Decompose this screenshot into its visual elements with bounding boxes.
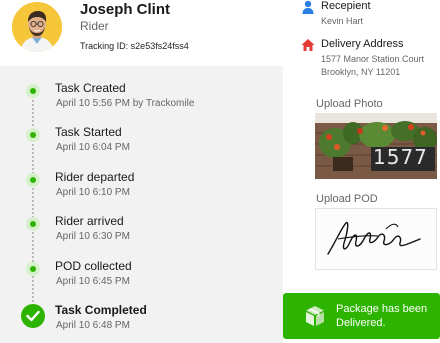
step-title: Task Created — [55, 81, 126, 95]
timeline-step-task-created: Task Created April 10 5:56 PM by Trackom… — [0, 81, 283, 121]
step-title: POD collected — [55, 259, 132, 273]
step-title: Task Completed — [55, 303, 147, 317]
rider-avatar — [12, 2, 62, 52]
rider-role: Rider — [80, 19, 109, 33]
step-dot-icon — [26, 128, 40, 142]
delivered-status-text: Package has been Delivered. — [336, 303, 428, 329]
step-dot-icon — [26, 262, 40, 276]
step-title: Rider arrived — [55, 214, 124, 228]
upload-photo-label: Upload Photo — [316, 98, 383, 110]
house-number: 1577 — [373, 145, 428, 169]
step-dot-icon — [26, 217, 40, 231]
home-icon — [301, 38, 315, 52]
timeline-step-rider-departed: Rider departed April 10 6:10 PM — [0, 170, 283, 210]
delivery-details-panel: Recepient Kevin Hart Delivery Address 15… — [283, 0, 440, 343]
timeline-step-pod-collected: POD collected April 10 6:45 PM — [0, 259, 283, 299]
delivery-photo[interactable]: 1577 — [315, 113, 437, 179]
step-dot-icon — [26, 173, 40, 187]
task-timeline-panel: Joseph Clint Rider Tracking ID: s2e53fs2… — [0, 0, 283, 343]
package-icon — [303, 304, 327, 328]
timeline-step-rider-arrived: Rider arrived April 10 6:30 PM — [0, 214, 283, 254]
step-time: April 10 6:10 PM — [56, 187, 130, 198]
timeline-step-task-completed: Task Completed April 10 6:48 PM — [0, 303, 283, 343]
recipient-name: Kevin Hart — [321, 16, 364, 26]
delivered-status-banner: Package has been Delivered. — [283, 293, 440, 339]
recipient-label: Recepient — [321, 0, 371, 12]
timeline-step-task-started: Task Started April 10 6:04 PM — [0, 125, 283, 165]
person-icon — [301, 0, 315, 14]
step-dot-icon — [26, 84, 40, 98]
check-circle-icon — [21, 304, 45, 328]
step-time: April 10 6:04 PM — [56, 142, 130, 153]
step-time: April 10 6:48 PM — [56, 320, 130, 331]
step-time: April 10 6:30 PM — [56, 231, 130, 242]
step-title: Task Started — [55, 125, 122, 139]
signature-image — [327, 221, 421, 255]
tracking-id: Tracking ID: s2e53fs24fss4 — [80, 41, 189, 51]
step-title: Rider departed — [55, 170, 135, 184]
upload-pod-label: Upload POD — [316, 193, 378, 205]
step-time: April 10 6:45 PM — [56, 276, 130, 287]
rider-name: Joseph Clint — [80, 1, 171, 18]
delivery-address-label: Delivery Address — [321, 38, 404, 50]
delivery-address-line1: 1577 Manor Station Court — [321, 54, 425, 64]
pod-signature[interactable] — [315, 208, 437, 270]
delivery-address-line2: Brooklyn, NY 11201 — [321, 67, 401, 77]
rider-header: Joseph Clint Rider Tracking ID: s2e53fs2… — [0, 0, 283, 64]
step-time: April 10 5:56 PM by Trackomile — [56, 98, 195, 109]
status-timeline: Task Created April 10 5:56 PM by Trackom… — [0, 66, 283, 343]
